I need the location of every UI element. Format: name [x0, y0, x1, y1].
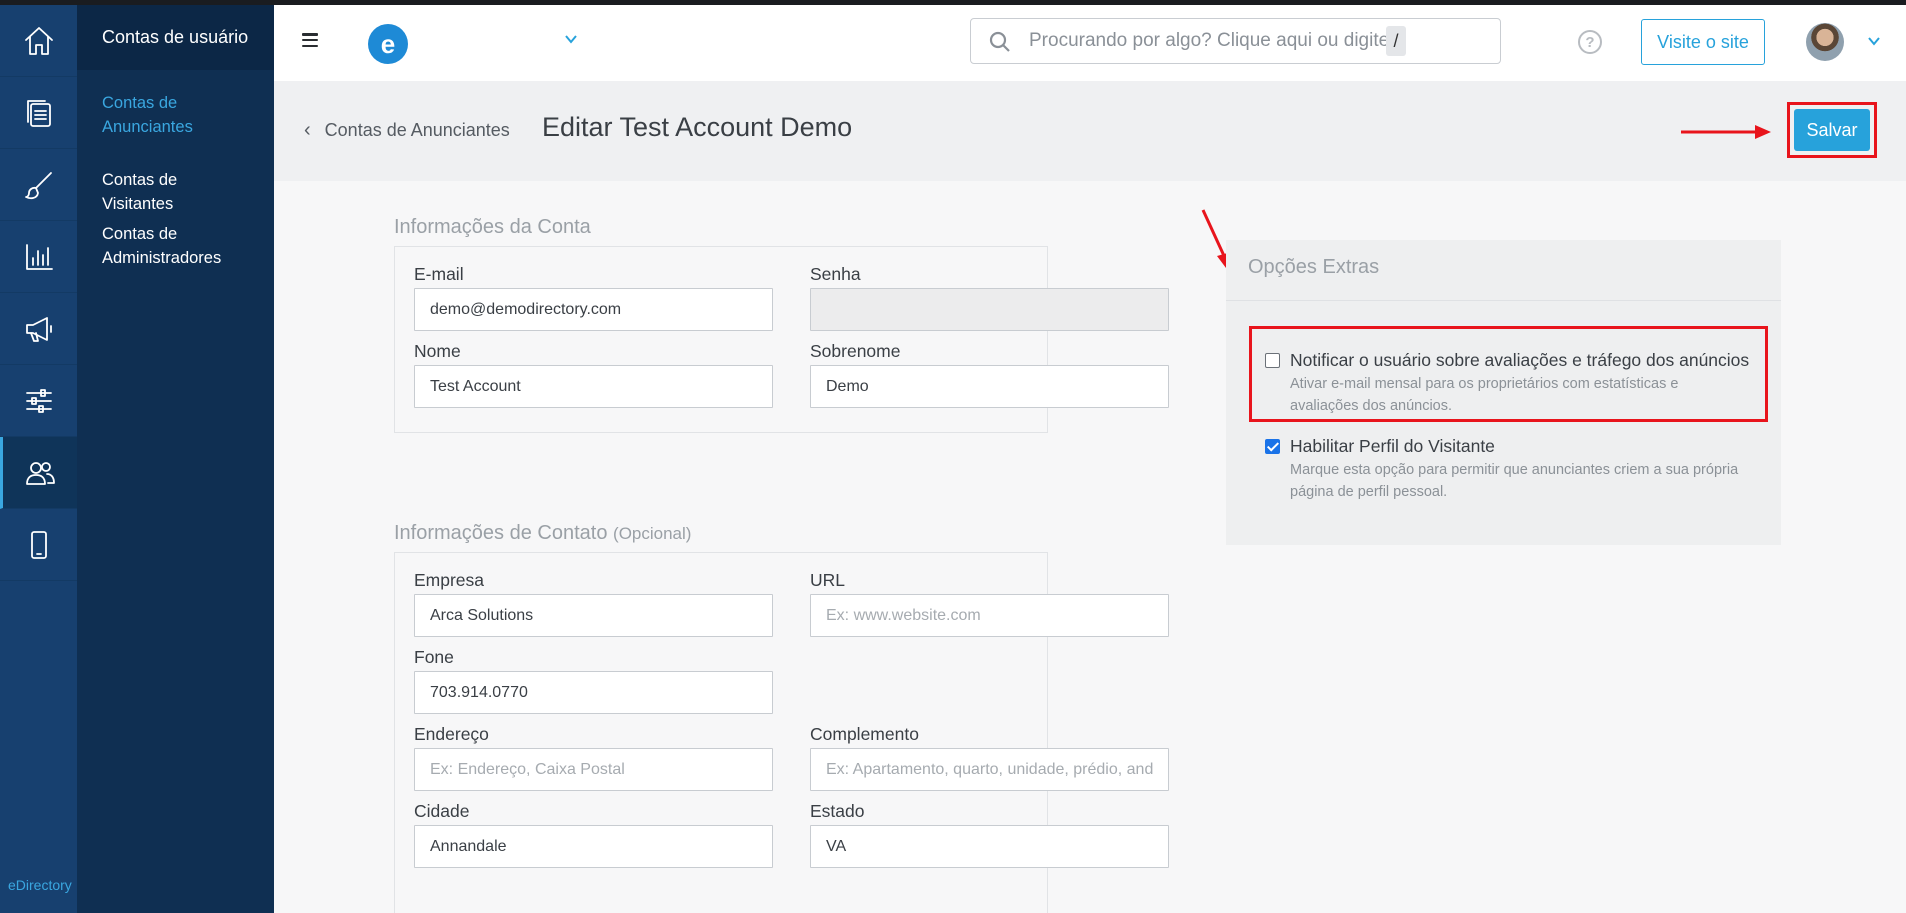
contact-section-label: Informações de Contato: [394, 522, 608, 544]
contact-panel: Empresa URL Fone Endereço Complemento Ci…: [394, 552, 1169, 913]
visitor-profile-checkbox[interactable]: [1265, 439, 1280, 454]
rail-users[interactable]: [0, 437, 77, 509]
company-label: Empresa: [414, 570, 485, 590]
brush-icon: [24, 171, 52, 199]
subnav-item-visitors[interactable]: Contas de Visitantes: [77, 168, 274, 216]
chevron-down-icon[interactable]: [1867, 34, 1881, 48]
megaphone-icon: [25, 316, 52, 342]
save-button[interactable]: Salvar: [1794, 109, 1870, 151]
subnav-item-advertisers[interactable]: Contas de Anunciantes: [77, 91, 257, 139]
password-field[interactable]: [810, 288, 1169, 331]
annotation-arrow-icon: [1681, 125, 1771, 139]
last-name-field[interactable]: [810, 365, 1169, 408]
complement-field[interactable]: [810, 748, 1169, 791]
users-icon: [26, 461, 55, 485]
extra-options-panel: Opções Extras Notificar o usuário sobre …: [1226, 240, 1781, 545]
extras-title: Opções Extras: [1248, 256, 1380, 278]
sub-navigation: Contas de usuário Contas de Anunciantes …: [77, 5, 274, 913]
visitor-profile-label[interactable]: Habilitar Perfil do Visitante: [1290, 436, 1495, 457]
state-label: Estado: [810, 801, 865, 821]
last-name-label: Sobrenome: [810, 341, 901, 361]
first-name-label: Nome: [414, 341, 461, 361]
sliders-icon: [25, 388, 52, 413]
address-label: Endereço: [414, 724, 489, 744]
main-content: Informações da Conta E-mail Senha Nome S…: [274, 181, 1906, 913]
rail-mobile[interactable]: [0, 509, 77, 581]
account-panel: E-mail Senha Nome Sobrenome: [394, 246, 1169, 433]
chart-icon: [25, 243, 53, 270]
account-section-title: Informações da Conta: [394, 216, 591, 238]
chevron-left-icon: ‹: [304, 119, 311, 141]
rail-brand[interactable]: eDirectory: [8, 877, 72, 893]
first-name-field[interactable]: [414, 365, 773, 408]
company-field[interactable]: [414, 594, 773, 637]
search-shortcut-key: /: [1386, 26, 1406, 56]
notify-user-checkbox[interactable]: [1265, 353, 1280, 368]
breadcrumb-back-link[interactable]: ‹ Contas de Anunciantes: [304, 119, 510, 142]
search-input[interactable]: [1029, 29, 1389, 53]
city-label: Cidade: [414, 801, 470, 821]
state-field[interactable]: [810, 825, 1169, 868]
notify-user-description: Ativar e-mail mensal para os proprietári…: [1290, 376, 1679, 414]
rail-promotion[interactable]: [0, 293, 77, 365]
hamburger-menu-icon[interactable]: [302, 33, 318, 48]
email-label: E-mail: [414, 264, 464, 284]
home-icon: [24, 26, 53, 55]
rail-home[interactable]: [0, 5, 77, 77]
breadcrumb-label: Contas de Anunciantes: [324, 120, 510, 140]
top-header: e / ? Visite o site: [274, 5, 1906, 81]
notify-user-label[interactable]: Notificar o usuário sobre avaliações e t…: [1290, 350, 1749, 371]
city-field[interactable]: [414, 825, 773, 868]
chevron-down-icon[interactable]: [564, 32, 578, 46]
subnav-title: Contas de usuário: [77, 5, 274, 70]
contact-section-title: Informações de Contato (Opcional): [394, 522, 691, 545]
help-icon[interactable]: ?: [1578, 30, 1602, 54]
rail-settings[interactable]: [0, 365, 77, 437]
url-field[interactable]: [810, 594, 1169, 637]
logo[interactable]: e: [368, 24, 408, 64]
password-label: Senha: [810, 264, 861, 284]
contact-optional-label: (Opcional): [613, 524, 692, 543]
email-field[interactable]: [414, 288, 773, 331]
pages-icon: [26, 99, 51, 127]
divider: [1226, 300, 1781, 301]
phone-label: Fone: [414, 647, 454, 667]
visitor-profile-description: Marque esta opção para permitir que anun…: [1290, 462, 1739, 500]
subnav-item-administrators[interactable]: Contas de Administradores: [77, 222, 257, 270]
page-title: Editar Test Account Demo: [542, 112, 853, 142]
phone-field[interactable]: [414, 671, 773, 714]
icon-rail: eDirectory: [0, 5, 77, 913]
page-header: ‹ Contas de Anunciantes Editar Test Acco…: [274, 81, 1906, 181]
address-field[interactable]: [414, 748, 773, 791]
rail-reports[interactable]: [0, 221, 77, 293]
mobile-icon: [30, 530, 47, 559]
rail-pages[interactable]: [0, 77, 77, 149]
url-label: URL: [810, 570, 846, 590]
rail-design[interactable]: [0, 149, 77, 221]
visit-site-button[interactable]: Visite o site: [1641, 19, 1765, 65]
search-box[interactable]: /: [970, 18, 1501, 64]
avatar[interactable]: [1806, 23, 1844, 61]
search-icon: [989, 31, 1010, 52]
save-highlight-box: Salvar: [1787, 102, 1877, 158]
complement-label: Complemento: [810, 724, 919, 744]
